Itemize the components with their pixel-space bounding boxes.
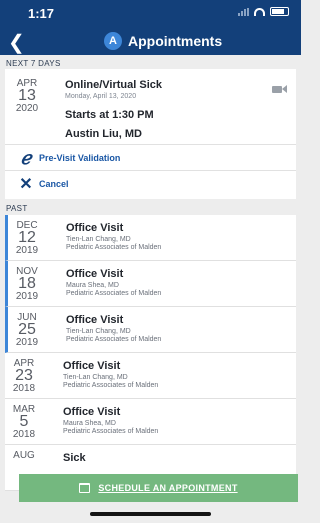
upcoming-time: Starts at 1:30 PM bbox=[65, 109, 154, 121]
upcoming-subtitle: Monday, April 13, 2020 bbox=[65, 93, 137, 100]
item-day: 18 bbox=[18, 275, 36, 292]
item-doctor: Tien-Lan Chang, MD bbox=[66, 236, 131, 243]
item-date: APR 23 2018 bbox=[5, 358, 43, 394]
item-practice: Pediatric Associates of Malden bbox=[66, 336, 162, 343]
previsit-validation-button[interactable]: ℯ Pre-Visit Validation bbox=[5, 144, 296, 171]
item-title: Sick bbox=[63, 452, 86, 464]
item-year: 2019 bbox=[15, 337, 39, 348]
item-day: 12 bbox=[18, 229, 36, 246]
item-title: Office Visit bbox=[66, 222, 124, 234]
signature-icon: ℯ bbox=[20, 147, 32, 168]
item-date: AUG bbox=[5, 450, 43, 461]
upcoming-day: 13 bbox=[18, 87, 36, 104]
item-doctor: Tien-Lan Chang, MD bbox=[66, 328, 131, 335]
list-item[interactable]: MAR 5 2018 Office Visit Maura Shea, MD P… bbox=[5, 399, 296, 445]
upcoming-title: Online/Virtual Sick bbox=[65, 79, 162, 91]
app-header: 1:17 ❮ A Appointments bbox=[0, 0, 301, 55]
item-doctor: Tien-Lan Chang, MD bbox=[63, 374, 128, 381]
item-title: Office Visit bbox=[63, 360, 121, 372]
item-title: Office Visit bbox=[66, 268, 124, 280]
cancel-label: Cancel bbox=[39, 179, 69, 189]
item-date: DEC 12 2019 bbox=[8, 220, 46, 256]
item-year: 2019 bbox=[15, 245, 39, 256]
schedule-appointment-label: SCHEDULE AN APPOINTMENT bbox=[98, 483, 238, 493]
upcoming-doctor: Austin Liu, MD bbox=[65, 128, 142, 140]
item-day: 23 bbox=[15, 367, 33, 384]
header-title-group: A Appointments bbox=[104, 32, 222, 50]
item-practice: Pediatric Associates of Malden bbox=[66, 290, 162, 297]
item-day: 5 bbox=[19, 413, 29, 430]
schedule-appointment-button[interactable]: SCHEDULE AN APPOINTMENT bbox=[19, 474, 298, 502]
wifi-icon bbox=[254, 7, 265, 16]
item-title: Office Visit bbox=[66, 314, 124, 326]
list-item[interactable]: JUN 25 2019 Office Visit Tien-Lan Chang,… bbox=[5, 307, 296, 353]
item-date: JUN 25 2019 bbox=[8, 312, 46, 348]
upcoming-date: APR 13 2020 bbox=[5, 78, 49, 114]
item-doctor: Maura Shea, MD bbox=[63, 420, 116, 427]
list-item[interactable]: APR 23 2018 Office Visit Tien-Lan Chang,… bbox=[5, 353, 296, 399]
item-day: 25 bbox=[18, 321, 36, 338]
section-header-next: NEXT 7 DAYS bbox=[6, 59, 61, 68]
item-year: 2018 bbox=[12, 429, 36, 440]
back-chevron-icon[interactable]: ❮ bbox=[8, 30, 25, 55]
past-appointments-list: DEC 12 2019 Office Visit Tien-Lan Chang,… bbox=[5, 215, 296, 491]
list-item[interactable]: DEC 12 2019 Office Visit Tien-Lan Chang,… bbox=[5, 215, 296, 261]
avatar[interactable]: A bbox=[104, 32, 122, 50]
signal-icon bbox=[238, 7, 249, 16]
home-indicator[interactable] bbox=[90, 512, 211, 516]
status-icons bbox=[238, 7, 289, 16]
item-date: NOV 18 2019 bbox=[8, 266, 46, 302]
item-practice: Pediatric Associates of Malden bbox=[66, 244, 162, 251]
item-month: AUG bbox=[13, 450, 35, 461]
item-practice: Pediatric Associates of Malden bbox=[63, 428, 159, 435]
previsit-validation-label: Pre-Visit Validation bbox=[39, 153, 121, 163]
item-date: MAR 5 2018 bbox=[5, 404, 43, 440]
upcoming-appointment-card[interactable]: APR 13 2020 Online/Virtual Sick Monday, … bbox=[5, 69, 296, 199]
upcoming-year: 2020 bbox=[15, 103, 39, 114]
list-item[interactable]: NOV 18 2019 Office Visit Maura Shea, MD … bbox=[5, 261, 296, 307]
close-icon: ✕ bbox=[19, 176, 33, 193]
status-time: 1:17 bbox=[28, 6, 55, 21]
calendar-icon bbox=[79, 483, 91, 493]
item-doctor: Maura Shea, MD bbox=[66, 282, 119, 289]
cancel-button[interactable]: ✕ Cancel bbox=[5, 170, 296, 197]
section-header-past: PAST bbox=[6, 204, 28, 213]
item-year: 2019 bbox=[15, 291, 39, 302]
battery-icon bbox=[270, 7, 289, 16]
item-title: Office Visit bbox=[63, 406, 121, 418]
item-year: 2018 bbox=[12, 383, 36, 394]
video-camera-icon bbox=[272, 85, 287, 93]
item-practice: Pediatric Associates of Malden bbox=[63, 382, 159, 389]
page-title: Appointments bbox=[128, 33, 223, 49]
